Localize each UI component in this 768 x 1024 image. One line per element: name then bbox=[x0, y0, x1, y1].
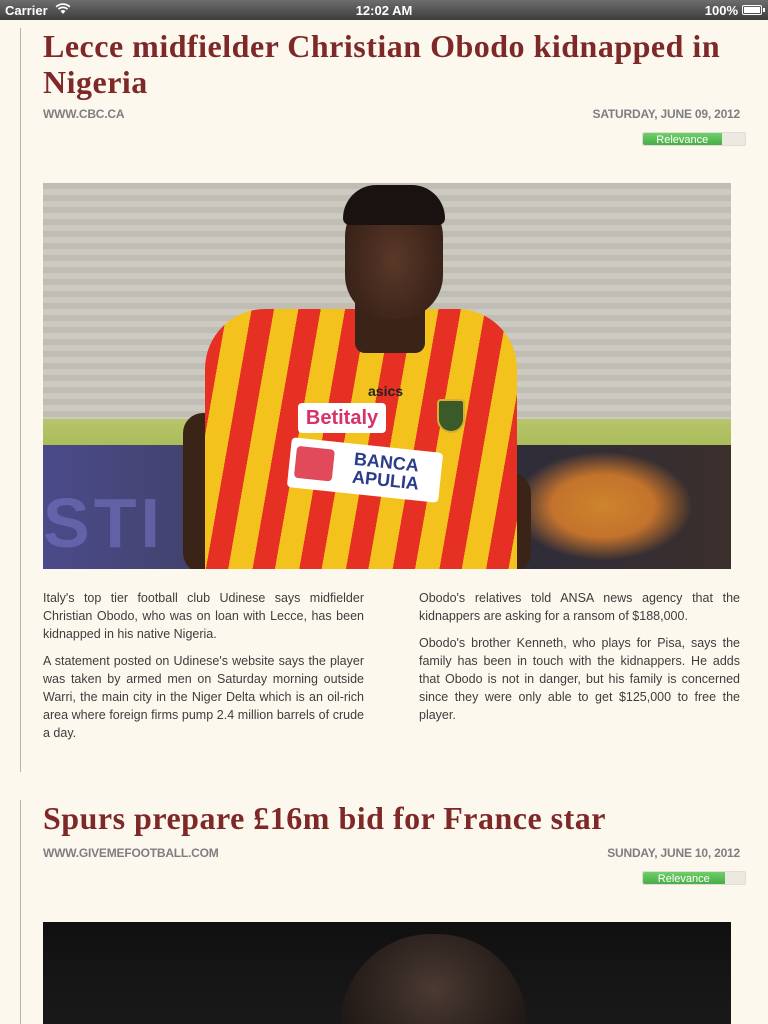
article-source[interactable]: WWW.GIVEMEFOOTBALL.COM bbox=[43, 846, 219, 860]
article-body-right-column: Obodo's relatives told ANSA news agency … bbox=[419, 589, 740, 733]
paragraph: Italy's top tier football club Udinese s… bbox=[43, 591, 364, 641]
article-date: SATURDAY, JUNE 09, 2012 bbox=[592, 107, 741, 121]
article-photo[interactable]: STI asics Betitaly BANCA APULIA bbox=[43, 183, 731, 569]
photo-head bbox=[341, 934, 527, 1024]
photo-club-crest-icon bbox=[437, 399, 465, 433]
photo-hair bbox=[343, 185, 445, 225]
article-photo[interactable] bbox=[43, 922, 731, 1024]
article-card[interactable]: Spurs prepare £16m bid for France star W… bbox=[0, 800, 768, 1024]
photo-board-text: STI bbox=[43, 484, 164, 562]
article-headline[interactable]: Spurs prepare £16m bid for France star bbox=[43, 800, 733, 836]
article-body-left-column: Italy's top tier football club Udinese s… bbox=[43, 589, 364, 751]
article-date: SUNDAY, JUNE 10, 2012 bbox=[607, 846, 740, 860]
article-card[interactable]: Lecce midfielder Christian Obodo kidnapp… bbox=[0, 20, 768, 772]
article-headline[interactable]: Lecce midfielder Christian Obodo kidnapp… bbox=[43, 28, 733, 100]
article-source[interactable]: WWW.CBC.CA bbox=[43, 107, 125, 121]
status-bar: Carrier 12:02 AM 100% bbox=[0, 0, 768, 20]
relevance-meter: Relevance bbox=[642, 871, 746, 885]
article-divider bbox=[20, 800, 21, 1024]
relevance-label: Relevance bbox=[656, 134, 709, 146]
sponsor-logo-icon bbox=[293, 445, 335, 482]
relevance-label: Relevance bbox=[657, 873, 710, 885]
paragraph: Obodo's relatives told ANSA news agency … bbox=[419, 591, 740, 623]
relevance-meter: Relevance bbox=[642, 132, 746, 146]
photo-board-logo bbox=[513, 451, 693, 561]
photo-brand-text: asics bbox=[368, 383, 404, 399]
clock: 12:02 AM bbox=[355, 3, 413, 18]
paragraph: Obodo's brother Kenneth, who plays for P… bbox=[419, 636, 740, 722]
battery-percentage: 100% bbox=[704, 3, 738, 18]
paragraph: A statement posted on Udinese's website … bbox=[43, 654, 364, 740]
article-divider bbox=[20, 28, 21, 772]
battery-icon bbox=[742, 5, 765, 15]
photo-sponsor-1: Betitaly bbox=[298, 403, 386, 433]
